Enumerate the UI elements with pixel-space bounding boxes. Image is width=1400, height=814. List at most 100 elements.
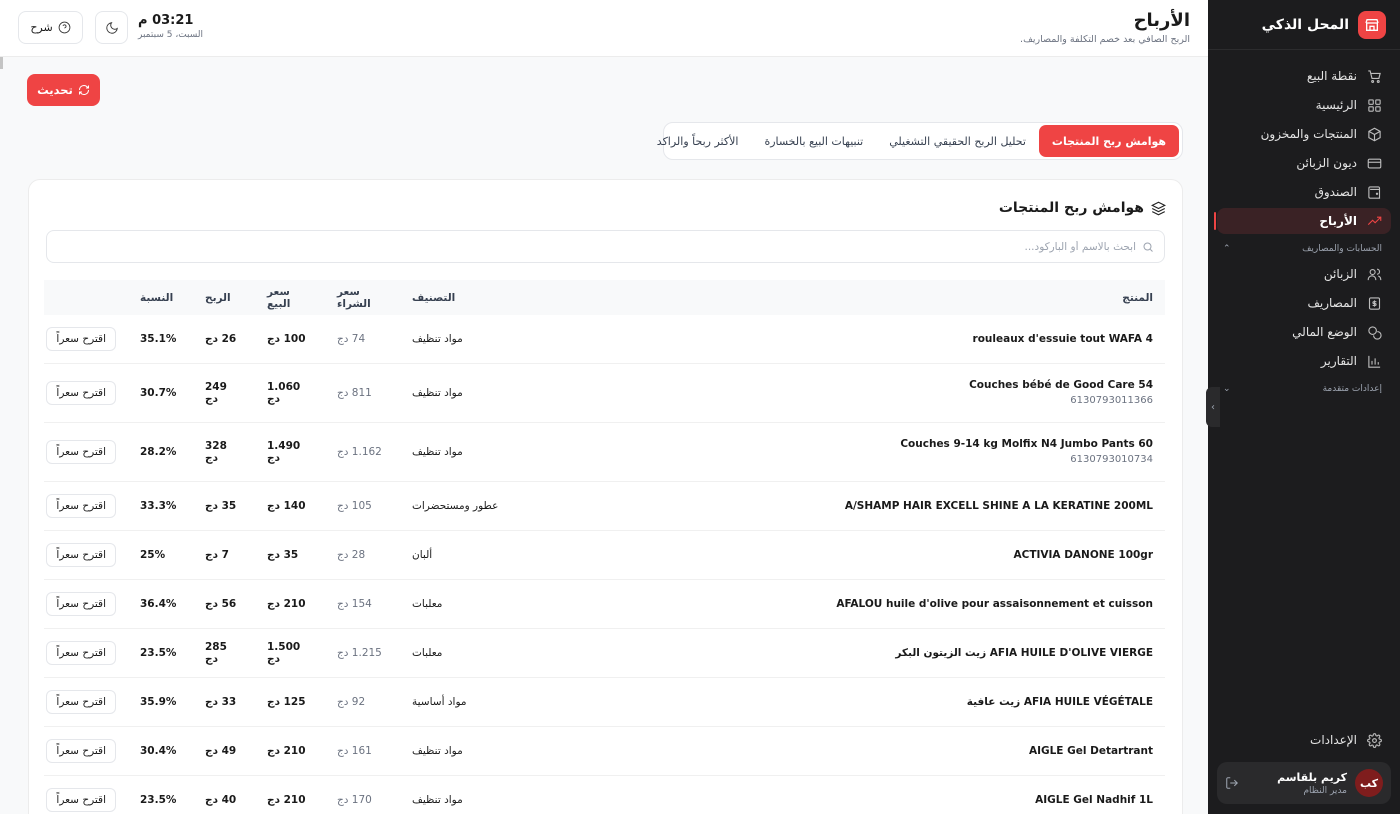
logout-icon[interactable] <box>1225 776 1239 790</box>
cell-category: مواد تنظيف <box>400 775 515 814</box>
cell-buy-price: 1.215 دج <box>325 628 400 678</box>
sidebar-item-label: الوضع المالي <box>1292 325 1357 339</box>
card-icon <box>1367 158 1382 168</box>
cell-ratio: 30.7% <box>128 363 193 423</box>
section-accounts-toggle[interactable]: الحسابات والمصاريف ⌃ <box>1223 240 1382 258</box>
cell-product: A/SHAMP HAIR EXCELL SHINE A LA KERATINE … <box>515 481 1165 531</box>
suggest-price-button[interactable]: اقترح سعراً <box>46 689 116 714</box>
search-input[interactable] <box>57 240 1136 253</box>
section-advanced-toggle[interactable]: إعدادات متقدمة ⌄ <box>1223 380 1382 398</box>
user-card[interactable]: كب كريم بلقاسم مدير النظام <box>1217 762 1391 804</box>
sidebar-item-label: الزبائن <box>1323 267 1357 281</box>
cell-category: عطور ومستحضرات <box>400 481 515 531</box>
cell-profit: 285 دج <box>193 628 255 678</box>
cell-profit: 7 دج <box>193 530 255 580</box>
cell-actions: اقترح سعراً <box>44 579 128 629</box>
tab-real-profit-analysis[interactable]: تحليل الربح الحقيقي التشغيلي <box>876 125 1039 157</box>
sidebar-item-reports[interactable]: التقارير <box>1217 348 1391 374</box>
tab-loss-sale-alerts[interactable]: تنبيهات البيع بالخسارة <box>751 125 876 157</box>
sidebar-item-profits[interactable]: الأرباح <box>1214 208 1391 234</box>
suggest-price-button[interactable]: اقترح سعراً <box>46 439 116 464</box>
cell-ratio: 35.1% <box>128 315 193 364</box>
search-box <box>46 230 1165 263</box>
tab-product-margins[interactable]: هوامش ربح المنتجات <box>1038 125 1179 157</box>
product-name: rouleaux d'essuie tout WAFA 4 <box>972 332 1153 345</box>
sidebar-item-products[interactable]: المنتجات والمخزون <box>1217 121 1391 147</box>
suggest-price-button[interactable]: اقترح سعراً <box>46 640 116 665</box>
cell-category: مواد تنظيف <box>400 315 515 364</box>
section-label: إعدادات متقدمة <box>1322 384 1382 394</box>
cell-sell-price: 140 دج <box>255 481 325 531</box>
sidebar-item-cashbox[interactable]: الصندوق <box>1217 179 1391 205</box>
cell-product: AFIA HUILE VÉGÉTALE زيت عافية <box>515 677 1165 727</box>
cell-product: Couches bébé de Good Care 54 613079301136… <box>515 363 1165 423</box>
help-circle-icon <box>58 21 71 34</box>
product-name: ACTIVIA DANONE 100gr <box>1013 548 1154 561</box>
cell-buy-price: 1.162 دج <box>325 422 400 482</box>
sidebar-collapse-button[interactable]: › <box>1206 387 1220 427</box>
col-sell-price: سعر البيع <box>267 285 291 310</box>
sidebar-item-label: الإعدادات <box>1310 733 1357 747</box>
table-row: AFIA HUILE D'OLIVE VIERGE زيت الزيتون ال… <box>44 628 1165 678</box>
theme-toggle-button[interactable] <box>95 11 128 44</box>
user-info: كريم بلقاسم مدير النظام <box>1247 771 1347 796</box>
cell-category: مواد أساسية <box>400 677 515 727</box>
sidebar-item-customers[interactable]: الزبائن <box>1217 261 1391 287</box>
sidebar-item-expenses[interactable]: المصاريف <box>1217 290 1391 316</box>
cell-sell-price: 210 دج <box>255 775 325 814</box>
col-actions <box>44 280 128 315</box>
sidebar-nav: نقطة البيع الرئيسية المنتجات والمخزون دي… <box>1208 50 1400 398</box>
sidebar-item-debts[interactable]: ديون الزبائن <box>1217 150 1391 176</box>
box-icon <box>1368 127 1381 141</box>
cell-profit: 49 دج <box>193 726 255 776</box>
product-name: Couches 9-14 kg Molfix N4 Jumbo Pants 60 <box>900 438 1153 450</box>
table-row: AFALOU huile d'olive pour assaisonnement… <box>44 579 1165 629</box>
table-header-row: المنتج التصنيف سعر الشراء سعر البيع الرب… <box>44 280 1165 315</box>
cell-category: مواد تنظيف <box>400 726 515 776</box>
cell-buy-price: 154 دج <box>325 579 400 629</box>
product-name: Couches bébé de Good Care 54 <box>969 379 1153 391</box>
cell-sell-price: 1.490 دج <box>255 422 325 482</box>
tab-bar: هوامش ربح المنتجات تحليل الربح الحقيقي ا… <box>657 122 1183 160</box>
cell-ratio: 30.4% <box>128 726 193 776</box>
refresh-button[interactable]: تحديث <box>27 74 100 106</box>
sidebar-item-label: الرئيسية <box>1315 98 1357 112</box>
chevron-up-icon: ⌃ <box>1223 244 1231 254</box>
chevron-down-icon: ⌄ <box>1223 384 1231 394</box>
dollar-icon <box>1368 296 1381 310</box>
cell-actions: اقترح سعراً <box>44 481 128 531</box>
cell-sell-price: 1.500 دج <box>255 628 325 678</box>
cell-profit: 40 دج <box>193 775 255 814</box>
suggest-price-button[interactable]: اقترح سعراً <box>46 738 116 763</box>
suggest-price-button[interactable]: اقترح سعراً <box>46 591 116 616</box>
coins-icon <box>1368 325 1382 340</box>
suggest-price-button[interactable]: اقترح سعراً <box>46 326 116 351</box>
cell-actions: اقترح سعراً <box>44 363 128 423</box>
suggest-price-button[interactable]: اقترح سعراً <box>46 493 116 518</box>
suggest-price-button[interactable]: اقترح سعراً <box>46 380 116 405</box>
brand-title: المحل الذكي <box>1261 16 1349 33</box>
cell-product: AIGLE Gel Detartrant <box>515 726 1165 776</box>
margins-table: المنتج التصنيف سعر الشراء سعر البيع الرب… <box>44 280 1165 814</box>
tab-most-profitable-stagnant[interactable]: الأكثر ربحاً والراكد <box>644 125 752 157</box>
col-ratio: النسبة <box>140 291 174 304</box>
sidebar-item-financial[interactable]: الوضع المالي <box>1217 319 1391 345</box>
cell-product: AIGLE Gel Nadhif 1L <box>515 775 1165 814</box>
product-barcode: 6130793010734 <box>1070 454 1153 465</box>
table-row: AFIA HUILE VÉGÉTALE زيت عافية مواد أساسية… <box>44 677 1165 727</box>
cell-actions: اقترح سعراً <box>44 530 128 580</box>
col-product: المنتج <box>1122 291 1153 304</box>
users-icon <box>1367 268 1382 280</box>
col-buy-price: سعر الشراء <box>337 285 371 310</box>
sidebar-item-home[interactable]: الرئيسية <box>1217 92 1391 118</box>
suggest-price-button[interactable]: اقترح سعراً <box>46 787 116 812</box>
cell-actions: اقترح سعراً <box>44 628 128 678</box>
cell-buy-price: 811 دج <box>325 363 400 423</box>
page-header: الأرباح الربح الصافي بعد خصم التكلفة وال… <box>0 0 1208 57</box>
sidebar-item-settings[interactable]: الإعدادات <box>1217 727 1391 753</box>
cell-ratio: 25% <box>128 530 193 580</box>
suggest-price-button[interactable]: اقترح سعراً <box>46 542 116 567</box>
sidebar-item-pos[interactable]: نقطة البيع <box>1217 63 1391 89</box>
sidebar-item-label: الأرباح <box>1319 214 1357 228</box>
explain-button[interactable]: شرح <box>18 11 83 44</box>
